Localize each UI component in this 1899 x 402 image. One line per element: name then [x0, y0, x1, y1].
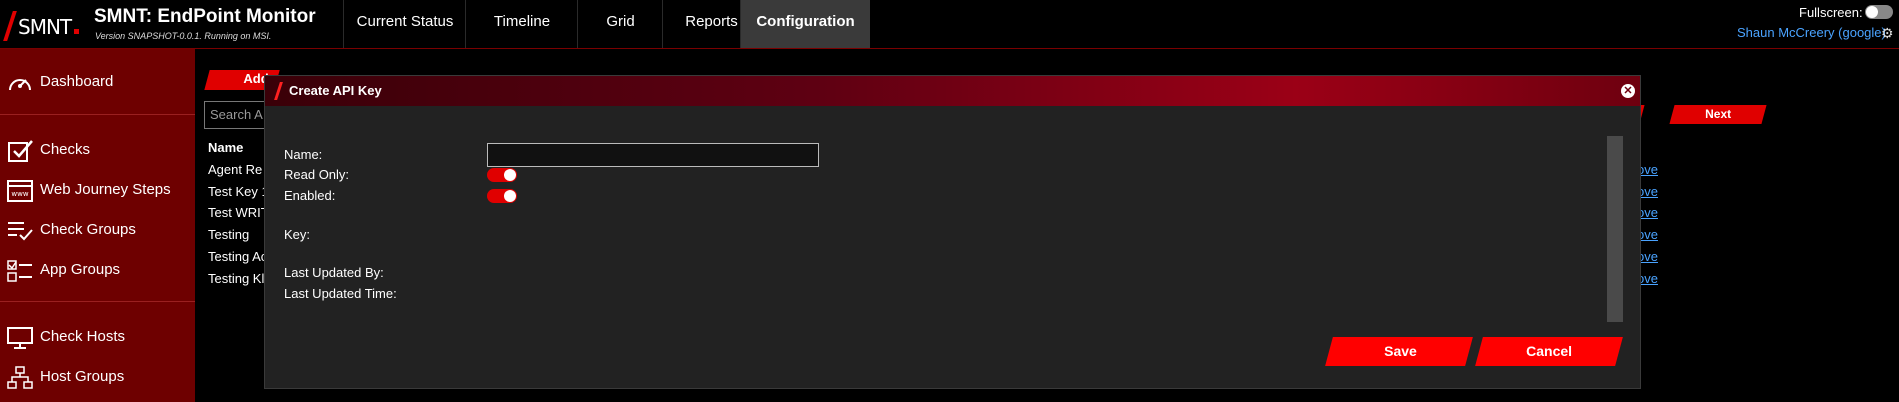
sidebar-item-web-journey-steps[interactable]: www Web Journey Steps — [0, 173, 195, 209]
table-row-name: Testing Kl — [208, 271, 265, 286]
user-link[interactable]: Shaun McCreery (google) — [1737, 25, 1886, 40]
sidebar-divider — [0, 301, 195, 302]
toggle-knob — [504, 169, 516, 181]
next-button-label: Next — [1705, 107, 1732, 121]
read-only-toggle[interactable] — [487, 168, 517, 182]
last-updated-by-label: Last Updated By: — [284, 265, 384, 280]
sidebar-item-app-groups[interactable]: App Groups — [0, 253, 195, 289]
sidebar-item-label: Checks — [40, 141, 91, 158]
checklist-icon — [7, 260, 32, 282]
sidebar: Dashboard Checks www Web Journey Steps C… — [0, 49, 195, 402]
name-label: Name: — [284, 147, 323, 162]
sidebar-item-dashboard[interactable]: Dashboard — [0, 65, 195, 101]
toggle-knob — [1866, 6, 1878, 18]
sidebar-item-label: Host Groups — [40, 368, 125, 385]
top-bar: SMNT SMNT: EndPoint Monitor Version SNAP… — [0, 0, 1899, 49]
table-row-name: Test WRIT — [208, 205, 269, 220]
app-title: SMNT: EndPoint Monitor — [94, 6, 316, 27]
svg-text:www: www — [11, 190, 28, 198]
sidebar-item-check-hosts[interactable]: Check Hosts — [0, 320, 195, 356]
fullscreen-label: Fullscreen: — [1799, 5, 1863, 20]
tab-current-status[interactable]: Current Status — [343, 0, 466, 48]
network-icon — [7, 366, 33, 389]
checkbox-icon — [8, 140, 33, 162]
dashboard-icon — [9, 79, 31, 91]
sidebar-item-checks[interactable]: Checks — [0, 133, 195, 169]
enabled-toggle[interactable] — [487, 189, 517, 203]
monitor-icon — [7, 327, 33, 349]
table-row-name: Test Key 1 — [208, 184, 269, 199]
sidebar-item-host-groups[interactable]: Host Groups — [0, 360, 195, 396]
save-button-label: Save — [1384, 343, 1417, 359]
dialog-title: Create API Key — [289, 83, 382, 98]
name-field[interactable] — [487, 143, 819, 167]
name-column-header[interactable]: Name — [208, 140, 243, 155]
logo-slash — [3, 11, 17, 41]
sidebar-item-label: Check Hosts — [40, 328, 126, 345]
tab-timeline[interactable]: Timeline — [465, 0, 578, 48]
toggle-knob — [504, 190, 516, 202]
cancel-button-label: Cancel — [1526, 343, 1573, 359]
last-updated-time-label: Last Updated Time: — [284, 286, 397, 301]
header-slash — [274, 82, 283, 100]
enabled-label: Enabled: — [284, 188, 336, 203]
save-button[interactable]: Save — [1325, 337, 1473, 366]
tab-grid[interactable]: Grid — [577, 0, 663, 48]
key-label: Key: — [284, 227, 311, 242]
search-placeholder: Search A — [210, 107, 263, 122]
table-row-name: Testing Ac — [208, 249, 268, 264]
read-only-label: Read Only: — [284, 167, 350, 182]
table-row-name: Agent Re — [208, 162, 263, 177]
sidebar-divider — [0, 114, 195, 115]
create-api-key-dialog: Create API Key ✕ Name: Read Only: Enable… — [264, 75, 1641, 389]
app-logo[interactable]: SMNT — [3, 9, 80, 41]
next-button[interactable]: Next — [1669, 105, 1767, 124]
logo-dot — [74, 29, 79, 34]
gear-icon[interactable]: ⚙ — [1881, 25, 1894, 42]
browser-www-icon: www — [7, 180, 33, 202]
list-check-icon — [8, 222, 33, 241]
tab-configuration[interactable]: Configuration — [740, 0, 870, 48]
sidebar-item-label: App Groups — [40, 261, 121, 278]
fullscreen-toggle[interactable] — [1865, 5, 1893, 19]
cancel-button[interactable]: Cancel — [1475, 337, 1623, 366]
sidebar-item-label: Dashboard — [40, 73, 114, 90]
sidebar-item-label: Web Journey Steps — [40, 181, 171, 198]
dialog-header[interactable]: Create API Key ✕ — [265, 76, 1640, 106]
close-icon[interactable]: ✕ — [1621, 84, 1635, 98]
dialog-scrollbar[interactable] — [1607, 136, 1623, 322]
sidebar-item-check-groups[interactable]: Check Groups — [0, 213, 195, 249]
logo-text: SMNT — [18, 15, 72, 39]
app-version: Version SNAPSHOT-0.0.1. Running on MSI. — [95, 31, 272, 41]
sidebar-item-label: Check Groups — [40, 221, 136, 238]
table-row-name: Testing — [208, 227, 250, 242]
